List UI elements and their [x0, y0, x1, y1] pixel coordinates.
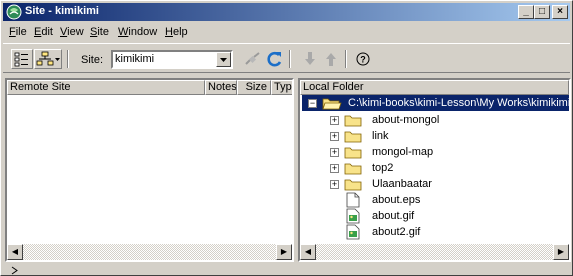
menu-edit-label: dit — [41, 26, 53, 38]
dropdown-arrow-button[interactable] — [216, 52, 231, 67]
get-button[interactable] — [300, 50, 320, 68]
local-horizontal-scrollbar[interactable]: ◀ ▶ — [300, 244, 569, 260]
chevron-down-icon — [220, 58, 227, 62]
column-size[interactable]: Size — [237, 80, 271, 95]
help-button[interactable]: ? — [353, 50, 373, 68]
tree-root-label: C:\kimi-books\kimi-Lesson\My Works\kimik… — [348, 97, 571, 109]
image-file-icon — [346, 208, 360, 224]
menu-window-label: indow — [128, 26, 158, 38]
tree-item-label: mongol-map — [372, 146, 434, 158]
toolbar-separator — [67, 50, 69, 68]
local-folder-pane[interactable]: Local Folder − C:\kimi-books\kimi-Lesson… — [298, 78, 571, 262]
menu-help[interactable]: Help — [165, 26, 188, 38]
folder-icon — [344, 131, 362, 143]
menu-window-mnemonic: W — [118, 26, 129, 38]
folder-icon — [344, 179, 362, 191]
collapse-icon[interactable]: − — [308, 99, 317, 108]
toolbar-separator — [345, 50, 347, 68]
menu-view-label: iew — [67, 26, 84, 38]
column-type[interactable]: Typ — [271, 80, 292, 95]
window-title: Site - kimikimi — [25, 5, 99, 17]
tree-item-label: top2 — [372, 162, 394, 174]
expand-icon[interactable]: + — [330, 164, 339, 173]
column-remote-site[interactable]: Remote Site — [7, 80, 205, 95]
document-icon — [346, 192, 360, 208]
help-icon: ? — [356, 52, 370, 66]
disconnect-button[interactable] — [243, 50, 263, 68]
menu-site-label: ite — [97, 26, 109, 38]
expand-icon[interactable]: + — [330, 132, 339, 141]
dreamweaver-icon — [6, 4, 22, 20]
site-map-icon — [14, 52, 28, 67]
scroll-left-button[interactable]: ◀ — [7, 244, 23, 260]
menu-edit[interactable]: Edit — [34, 26, 53, 38]
menu-file-label: ile — [15, 26, 27, 38]
get-arrow-icon — [305, 52, 315, 65]
scroll-right-button[interactable]: ▶ — [553, 244, 569, 260]
menu-help-label: elp — [172, 26, 188, 38]
site-files-button[interactable] — [34, 49, 62, 69]
tree-item-label: about.eps — [372, 194, 421, 206]
tree-item-label: about.gif — [372, 210, 415, 222]
menu-help-mnemonic: H — [165, 26, 173, 38]
svg-text:?: ? — [360, 55, 366, 65]
site-map-button[interactable] — [11, 49, 33, 69]
tree-item-label: about-mongol — [372, 114, 440, 126]
tree-item-label: Ulaanbaatar — [372, 178, 432, 190]
toolbar: Site: kimikimi ? — [3, 43, 570, 73]
refresh-icon — [267, 51, 282, 67]
minimize-button[interactable]: _ — [518, 5, 534, 19]
toolbar-separator — [289, 50, 291, 68]
app-window: Site - kimikimi _ □ × File Edit View Sit… — [0, 0, 573, 276]
column-local-folder[interactable]: Local Folder — [300, 80, 569, 95]
menu-file[interactable]: File — [9, 26, 27, 38]
expand-icon[interactable]: + — [330, 116, 339, 125]
site-dropdown-value: kimikimi — [115, 53, 155, 65]
folder-icon — [344, 163, 362, 175]
open-folder-icon — [322, 98, 342, 110]
menu-file-mnemonic: F — [9, 26, 16, 38]
menu-site[interactable]: Site — [90, 26, 109, 38]
tree-item-label: link — [372, 130, 389, 142]
disconnect-icon — [245, 52, 260, 65]
menu-window[interactable]: Window — [118, 26, 157, 38]
scroll-left-button[interactable]: ◀ — [300, 244, 316, 260]
close-button[interactable]: × — [552, 5, 568, 19]
remote-site-pane[interactable]: Remote Site Notes Size Typ ◀ ▶ — [5, 78, 294, 262]
put-button[interactable] — [321, 50, 341, 68]
menu-bar: File Edit View Site Window Help — [3, 23, 570, 42]
site-dropdown[interactable]: kimikimi — [111, 50, 233, 69]
refresh-button[interactable] — [265, 50, 285, 68]
status-bar — [3, 264, 570, 276]
folder-icon — [344, 115, 362, 127]
site-label: Site: — [81, 54, 104, 66]
put-arrow-icon — [326, 53, 336, 66]
expand-arrow-icon[interactable] — [11, 266, 19, 275]
image-file-icon — [346, 224, 360, 240]
site-files-icon — [36, 51, 60, 66]
folder-icon — [344, 147, 362, 159]
expand-icon[interactable]: + — [330, 180, 339, 189]
remote-horizontal-scrollbar[interactable]: ◀ ▶ — [7, 244, 292, 260]
title-bar[interactable]: Site - kimikimi _ □ × — [3, 3, 570, 21]
scroll-right-button[interactable]: ▶ — [276, 244, 292, 260]
expand-icon[interactable]: + — [330, 148, 339, 157]
menu-view[interactable]: View — [60, 26, 84, 38]
maximize-button[interactable]: □ — [534, 5, 550, 19]
column-notes[interactable]: Notes — [205, 80, 237, 95]
tree-item-label: about2.gif — [372, 226, 421, 238]
tree-root-row[interactable]: − C:\kimi-books\kimi-Lesson\My Works\kim… — [302, 95, 569, 111]
